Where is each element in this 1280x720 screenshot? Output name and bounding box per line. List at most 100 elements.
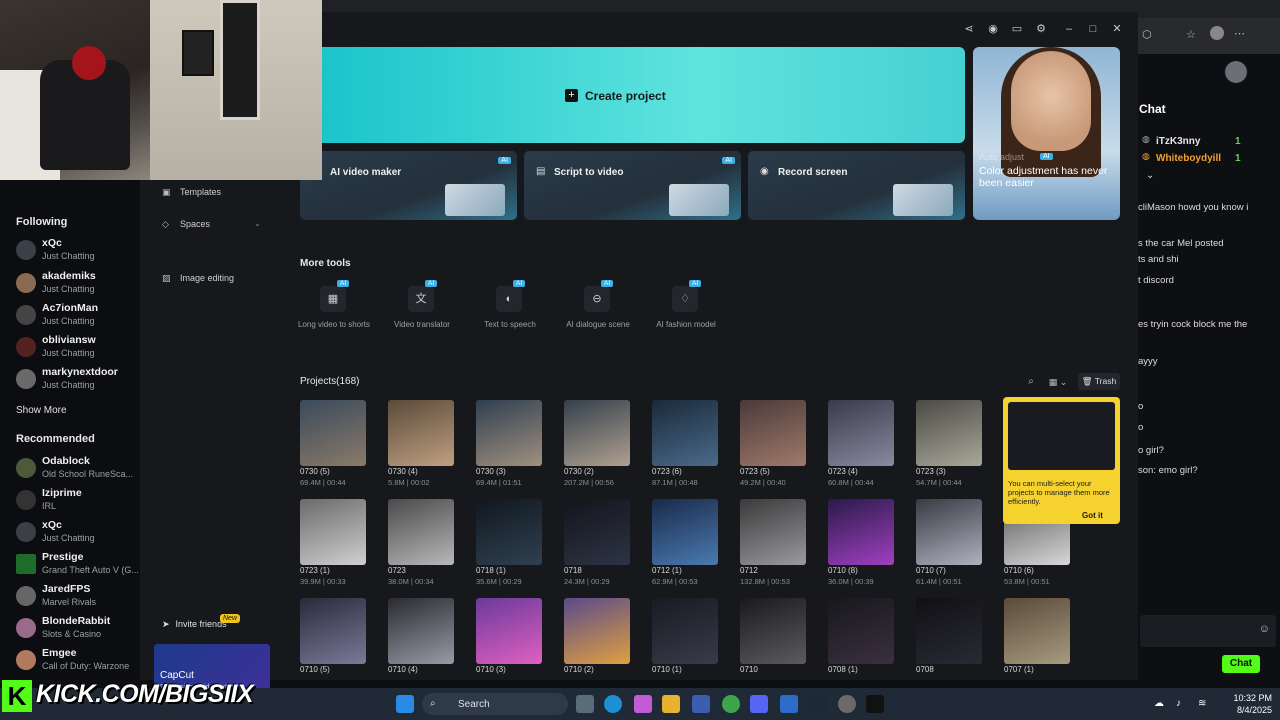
- recommended-item[interactable]: BlondeRabbit Slots & Casino: [16, 615, 140, 645]
- clock-date[interactable]: 8/4/2025: [1224, 705, 1272, 715]
- gear-icon[interactable]: ⚙: [1034, 22, 1048, 36]
- project-thumbnail[interactable]: [828, 598, 894, 664]
- chat-input[interactable]: ☺: [1140, 615, 1276, 647]
- maximize-icon[interactable]: □: [1086, 22, 1100, 36]
- minimize-icon[interactable]: –: [1062, 22, 1076, 36]
- discord-icon[interactable]: [750, 695, 768, 713]
- project-thumbnail[interactable]: [388, 499, 454, 565]
- tool-long-video-to-shorts[interactable]: ▦ AI Long video to shorts: [294, 280, 374, 346]
- following-item[interactable]: xQc Just Chatting: [16, 237, 140, 267]
- close-icon[interactable]: ✕: [1110, 22, 1124, 36]
- tool-ai-dialogue-scene[interactable]: ⊖ AI AI dialogue scene: [558, 280, 638, 346]
- project-thumbnail[interactable]: [476, 598, 542, 664]
- show-more-link[interactable]: Show More: [16, 405, 67, 416]
- project-thumbnail[interactable]: [476, 499, 542, 565]
- project-thumbnail[interactable]: [300, 598, 366, 664]
- task-view-icon[interactable]: [576, 695, 594, 713]
- taskbar-search[interactable]: [422, 693, 568, 715]
- project-thumbnail[interactable]: [564, 400, 630, 466]
- recommended-item[interactable]: JaredFPS Marvel Rivals: [16, 583, 140, 613]
- share-icon[interactable]: ⋖: [962, 22, 976, 36]
- project-thumbnail[interactable]: [652, 598, 718, 664]
- cloud-icon[interactable]: ☁: [1154, 698, 1164, 709]
- invite-friends-button[interactable]: ➤ Invite friends: [162, 619, 227, 630]
- chevron-down-icon[interactable]: ⌄: [254, 219, 261, 228]
- sidebar-item-templates[interactable]: ▣ Templates: [162, 187, 221, 203]
- tool-label: AI dialogue scene: [566, 320, 630, 329]
- spaces-icon: ◇: [162, 219, 169, 229]
- project-thumbnail[interactable]: [828, 499, 894, 565]
- project-thumbnail[interactable]: [828, 400, 894, 466]
- store-icon[interactable]: [692, 695, 710, 713]
- project-thumbnail[interactable]: [388, 598, 454, 664]
- project-thumbnail[interactable]: [916, 598, 982, 664]
- create-project-button[interactable]: + Create project: [300, 47, 965, 143]
- recommended-item[interactable]: Prestige Grand Theft Auto V (G...: [16, 551, 140, 581]
- project-thumbnail[interactable]: [652, 400, 718, 466]
- trash-button[interactable]: 🗑 Trash: [1078, 373, 1120, 390]
- profile-icon[interactable]: [1210, 26, 1224, 40]
- project-thumbnail[interactable]: [564, 598, 630, 664]
- edge-icon[interactable]: [604, 695, 622, 713]
- copilot-icon[interactable]: [634, 695, 652, 713]
- project-meta: 53.8M | 00:51: [1004, 577, 1050, 586]
- templates-icon: ▣: [162, 187, 171, 197]
- project-meta: 49.2M | 00:40: [740, 478, 786, 487]
- capcut-icon[interactable]: [866, 695, 884, 713]
- project-thumbnail[interactable]: [1004, 598, 1070, 664]
- tool-video-translator[interactable]: 文 AI Video translator: [382, 280, 462, 346]
- app-icon[interactable]: [780, 695, 798, 713]
- file-explorer-icon[interactable]: [662, 695, 680, 713]
- view-toggle-icon[interactable]: ▦ ⌄: [1045, 374, 1071, 390]
- following-item[interactable]: akademiks Just Chatting: [16, 270, 140, 300]
- more-menu-icon[interactable]: ⋯: [1234, 27, 1245, 40]
- extension-icon[interactable]: ⬡: [1142, 28, 1152, 41]
- script-to-video-card[interactable]: ▤ Script to video AI: [524, 151, 741, 220]
- feedback-icon[interactable]: ▭: [1010, 22, 1024, 36]
- project-thumbnail[interactable]: [300, 400, 366, 466]
- favorites-icon[interactable]: ☆: [1186, 28, 1196, 41]
- clock-time[interactable]: 10:32 PM: [1224, 693, 1272, 703]
- steam-icon[interactable]: [808, 695, 826, 713]
- project-thumbnail[interactable]: [916, 400, 982, 466]
- search-icon[interactable]: ⌕: [1023, 374, 1039, 390]
- tool-text-to-speech[interactable]: ◐ AI Text to speech: [470, 280, 550, 346]
- leaderboard-user[interactable]: Whiteboydyill: [1156, 153, 1221, 164]
- sidebar-item-image-editing[interactable]: ▨ Image editing: [162, 273, 234, 289]
- following-item[interactable]: obliviansw Just Chatting: [16, 334, 140, 364]
- settings-icon[interactable]: ◉: [986, 22, 1000, 36]
- ai-video-maker-card[interactable]: AI video maker AI: [300, 151, 517, 220]
- recommended-item[interactable]: Iziprime IRL: [16, 487, 140, 517]
- project-thumbnail[interactable]: [652, 499, 718, 565]
- project-name: 0710 (5): [300, 665, 330, 674]
- sidebar-item-spaces[interactable]: ◇ Spaces ⌄: [162, 219, 261, 235]
- record-screen-card[interactable]: ◉ Record screen: [748, 151, 965, 220]
- windows-start-icon[interactable]: [396, 695, 414, 713]
- following-item[interactable]: Ac7ionMan Just Chatting: [16, 302, 140, 332]
- recommended-item[interactable]: xQc Just Chatting: [16, 519, 140, 549]
- obs-icon[interactable]: [838, 695, 856, 713]
- tool-ai-fashion-model[interactable]: ♢ AI AI fashion model: [646, 280, 726, 346]
- microphone-icon[interactable]: ♪: [1176, 698, 1181, 709]
- following-item[interactable]: markynextdoor Just Chatting: [16, 366, 140, 396]
- recommended-item[interactable]: Odablock Old School RuneSca...: [16, 455, 140, 485]
- avatar[interactable]: [1225, 61, 1247, 83]
- project-thumbnail[interactable]: [916, 499, 982, 565]
- recommended-item[interactable]: Emgee Call of Duty: Warzone: [16, 647, 140, 677]
- project-thumbnail[interactable]: [476, 400, 542, 466]
- project-thumbnail[interactable]: [740, 598, 806, 664]
- project-thumbnail[interactable]: [740, 499, 806, 565]
- trash-icon: 🗑: [1081, 376, 1093, 386]
- color-adjustment-banner[interactable]: Auto adjust AI Color adjustment has neve…: [973, 47, 1120, 220]
- got-it-button[interactable]: Got it: [1082, 511, 1103, 520]
- project-thumbnail[interactable]: [740, 400, 806, 466]
- wifi-icon[interactable]: ≋: [1198, 698, 1206, 709]
- leaderboard-user[interactable]: iTzK3nny: [1156, 136, 1200, 147]
- project-thumbnail[interactable]: [564, 499, 630, 565]
- chat-send-button[interactable]: Chat: [1222, 655, 1260, 673]
- project-thumbnail[interactable]: [388, 400, 454, 466]
- chrome-icon[interactable]: [722, 695, 740, 713]
- emoji-icon[interactable]: ☺: [1259, 623, 1270, 635]
- chevron-down-icon[interactable]: ⌄: [1146, 170, 1154, 181]
- project-thumbnail[interactable]: [300, 499, 366, 565]
